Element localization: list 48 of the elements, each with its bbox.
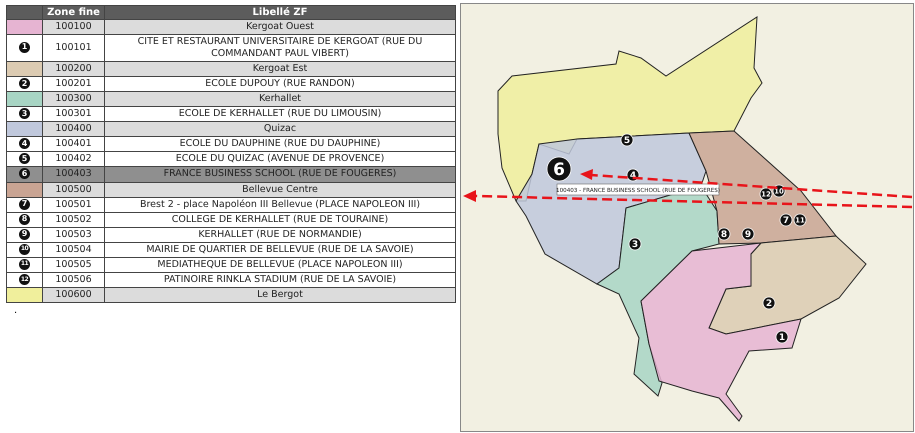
table-cell: 100201 bbox=[42, 76, 104, 92]
table-cell: Kergoat Ouest bbox=[104, 20, 456, 34]
marker-badge: 2 bbox=[19, 78, 30, 89]
table-cell: FRANCE BUSINESS SCHOOL (RUE DE FOUGERES) bbox=[104, 166, 456, 182]
table-cell: ECOLE DU DAUPHINE (RUE DU DAUPHINE) bbox=[104, 136, 456, 152]
table-cell: 100100 bbox=[42, 20, 104, 34]
table-cell: 100300 bbox=[42, 92, 104, 107]
marker-badge: 9 bbox=[19, 228, 30, 240]
marker-badge: 1 bbox=[19, 42, 30, 53]
marker-badge: 6 bbox=[19, 168, 30, 180]
table-cell: Kerhallet bbox=[104, 92, 456, 107]
table-cell: Bellevue Centre bbox=[104, 182, 456, 198]
table-cell: 100503 bbox=[42, 227, 104, 242]
table-cell: Kergoat Est bbox=[104, 62, 456, 76]
table-cell: 100200 bbox=[42, 62, 104, 76]
table-cell: ECOLE DU QUIZAC (AVENUE DE PROVENCE) bbox=[104, 152, 456, 167]
table-cell: ECOLE DUPOUY (RUE RANDON) bbox=[104, 76, 456, 92]
table-cell: 100506 bbox=[42, 272, 104, 288]
table-cell: 100501 bbox=[42, 197, 104, 212]
table-cell: ECOLE DE KERHALLET (RUE DU LIMOUSIN) bbox=[104, 106, 456, 122]
table-cell: PATINOIRE RINKLA STADIUM (RUE DE LA SAVOIE) bbox=[104, 272, 456, 288]
table-cell: Le Bergot bbox=[104, 288, 456, 303]
table-cell: MEDIATHEQUE DE BELLEVUE (PLACE NAPOLEON III) bbox=[104, 257, 456, 273]
table-cell: 100600 bbox=[42, 288, 104, 303]
table-cell: 100502 bbox=[42, 212, 104, 228]
note-text: . bbox=[14, 306, 18, 316]
table-cell: 100101 bbox=[42, 34, 104, 62]
table-cell: 100400 bbox=[42, 122, 104, 137]
table-cell: 100402 bbox=[42, 152, 104, 167]
table-cell: 100505 bbox=[42, 257, 104, 273]
table-cell: KERHALLET (RUE DE NORMANDIE) bbox=[104, 227, 456, 242]
table-cell: Brest 2 - place Napoléon III Bellevue (PLACE NAPOLEON III) bbox=[104, 197, 456, 212]
table-cell: 100504 bbox=[42, 242, 104, 258]
table-cell: Quizac bbox=[104, 122, 456, 137]
table-cell: COLLEGE DE KERHALLET (RUE DE TOURAINE) bbox=[104, 212, 456, 228]
table-cell: CITE ET RESTAURANT UNIVERSITAIRE DE KERGOAT (RUE DU COMMANDANT PAUL VIBERT) bbox=[104, 34, 456, 62]
marker-badge: 8 bbox=[19, 214, 30, 225]
column-header: Zone fine bbox=[42, 6, 104, 20]
table-cell: 100500 bbox=[42, 182, 104, 198]
table-cell: MAIRIE DE QUARTIER DE BELLEVUE (RUE DE LA SAVOIE) bbox=[104, 242, 456, 258]
table-cell: 100401 bbox=[42, 136, 104, 152]
marker-badge: 4 bbox=[19, 138, 30, 150]
table-cell: 100403 bbox=[42, 166, 104, 182]
marker-badge: 7 bbox=[19, 198, 30, 210]
column-header: Libellé ZF bbox=[104, 6, 456, 20]
marker-badge: 3 bbox=[19, 108, 30, 120]
table-cell: 100301 bbox=[42, 106, 104, 122]
marker-badge: 5 bbox=[19, 153, 30, 164]
